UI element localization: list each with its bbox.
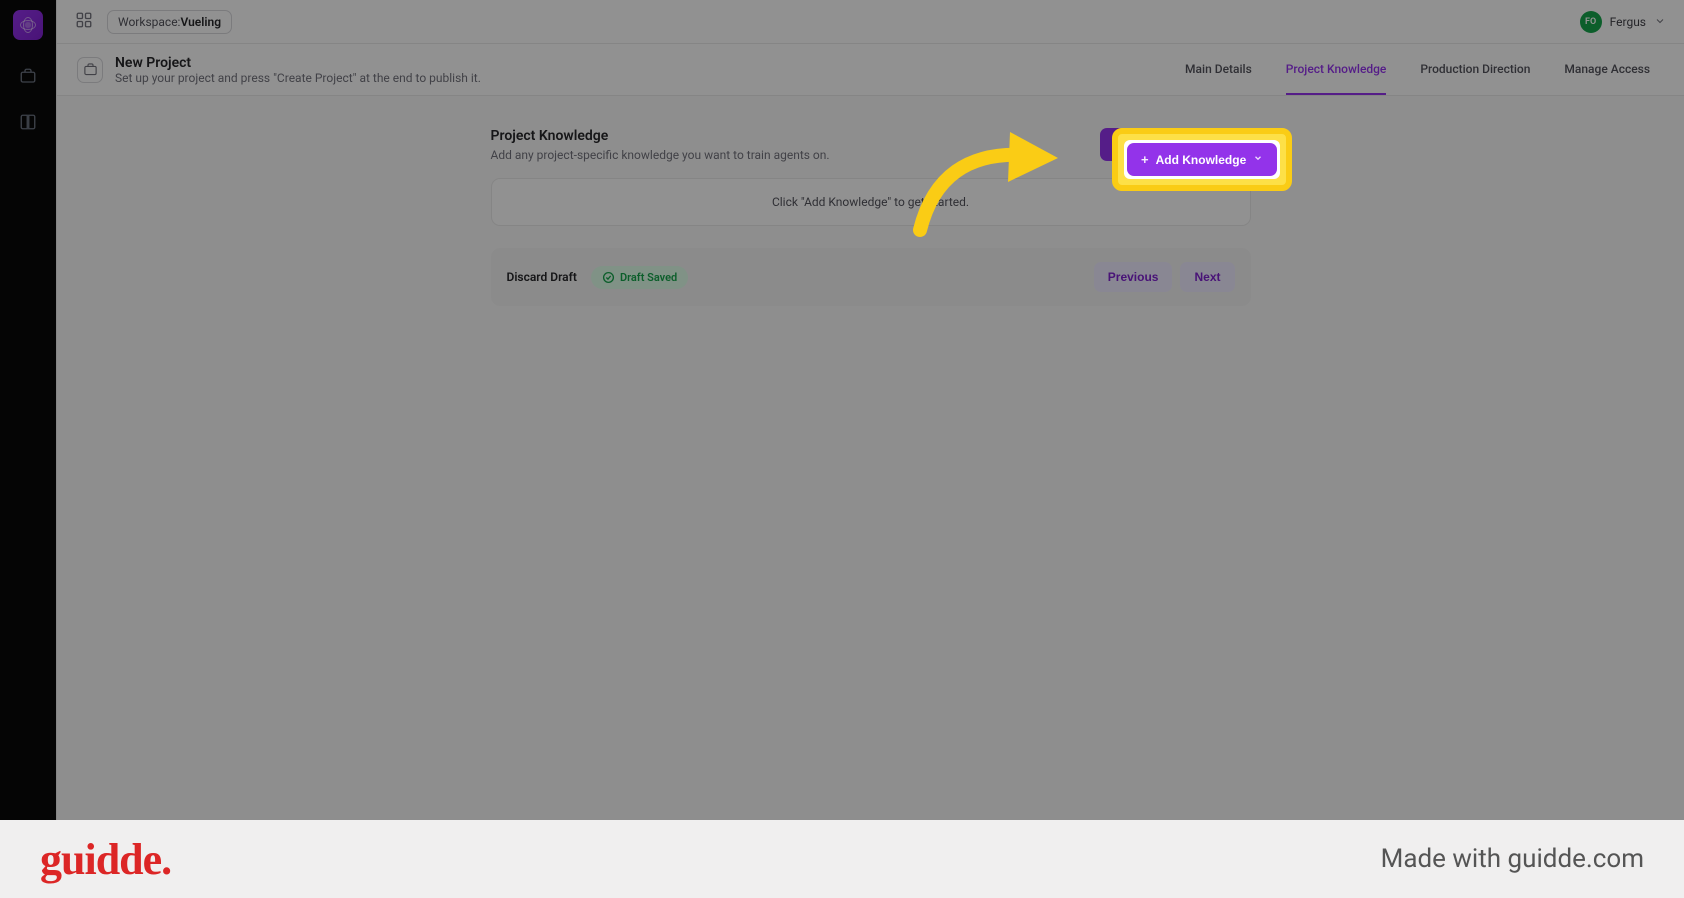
tab-manage-access[interactable]: Manage Access (1564, 44, 1650, 95)
main-area: Workspace: Vueling FO Fergus (56, 0, 1684, 898)
top-bar: Workspace: Vueling FO Fergus (57, 0, 1684, 44)
workspace-label: Workspace: (118, 15, 180, 29)
user-menu[interactable]: FO Fergus (1580, 11, 1666, 33)
left-rail (0, 0, 56, 898)
guidde-logo: guidde. (40, 834, 171, 885)
add-knowledge-button[interactable]: + Add Knowledge (1100, 128, 1250, 161)
draft-saved-text: Draft Saved (620, 271, 677, 284)
content-area: Project Knowledge Add any project-specif… (57, 96, 1684, 898)
page-title: New Project (115, 55, 481, 71)
user-name: Fergus (1610, 15, 1646, 29)
app-logo[interactable] (13, 10, 43, 40)
guidde-bar: guidde. Made with guidde.com (0, 820, 1684, 898)
previous-button[interactable]: Previous (1094, 262, 1173, 292)
workspace-selector[interactable]: Workspace: Vueling (107, 10, 232, 34)
workspace-name: Vueling (180, 15, 221, 29)
next-button[interactable]: Next (1180, 262, 1234, 292)
page-header: New Project Set up your project and pres… (57, 44, 1684, 96)
briefcase-icon[interactable] (18, 66, 38, 86)
footer-bar: Discard Draft Draft Saved Previous Next (491, 248, 1251, 306)
empty-state-text: Click "Add Knowledge" to get started. (772, 195, 969, 209)
draft-saved-badge: Draft Saved (591, 266, 688, 289)
avatar: FO (1580, 11, 1602, 33)
section-description: Add any project-specific knowledge you w… (491, 148, 830, 162)
briefcase-icon (77, 57, 103, 83)
plus-icon: + (1114, 137, 1122, 152)
app-root: Workspace: Vueling FO Fergus (0, 0, 1684, 898)
tab-project-knowledge[interactable]: Project Knowledge (1286, 44, 1387, 95)
book-icon[interactable] (18, 112, 38, 132)
check-circle-icon (602, 271, 615, 284)
discard-draft-button[interactable]: Discard Draft (507, 270, 577, 284)
empty-state: Click "Add Knowledge" to get started. (491, 178, 1251, 226)
chevron-down-icon (1654, 12, 1666, 31)
tab-production-direction[interactable]: Production Direction (1420, 44, 1530, 95)
chevron-down-icon (1227, 138, 1237, 151)
guidde-attribution: Made with guidde.com (1381, 844, 1644, 874)
tabs-nav: Main Details Project Knowledge Productio… (1185, 44, 1664, 95)
section-title: Project Knowledge (491, 128, 830, 144)
tab-main-details[interactable]: Main Details (1185, 44, 1252, 95)
apps-grid-icon[interactable] (75, 11, 93, 33)
add-knowledge-label: Add Knowledge (1129, 138, 1220, 152)
page-subtitle: Set up your project and press "Create Pr… (115, 71, 481, 85)
